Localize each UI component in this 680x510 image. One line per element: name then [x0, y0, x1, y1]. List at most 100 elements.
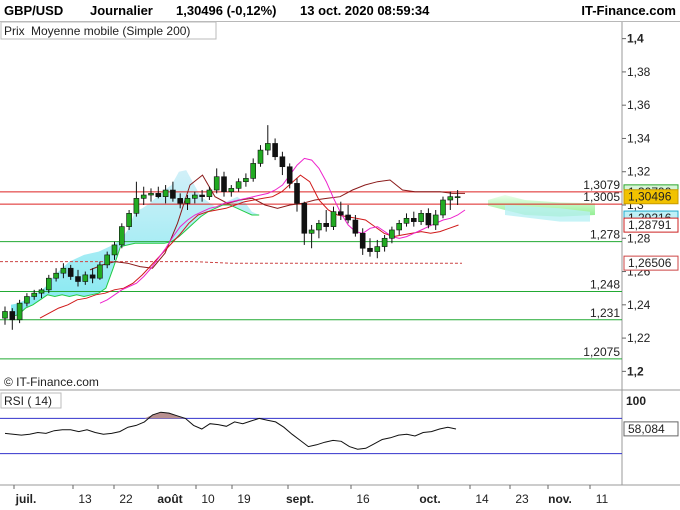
- level-label: 1,231: [590, 306, 620, 320]
- time-tick-label: 10: [201, 492, 215, 506]
- time-tick-label: oct.: [419, 492, 440, 506]
- candle-up: [38, 289, 45, 294]
- candle-up: [316, 223, 322, 231]
- candle-down: [359, 232, 366, 249]
- candle-up: [213, 176, 220, 191]
- candle-up: [257, 149, 264, 164]
- candle-up: [31, 292, 38, 297]
- time-tick-label: 14: [475, 492, 489, 506]
- candle-up: [82, 274, 89, 282]
- candle-up: [184, 198, 191, 204]
- candle-down: [367, 247, 373, 252]
- candle-up: [162, 189, 169, 197]
- price-tick-label: 1,38: [627, 65, 651, 79]
- price-tick-label: 1,28: [627, 231, 651, 245]
- candle-up: [148, 193, 154, 196]
- candle-up: [16, 302, 23, 321]
- candle-up: [126, 213, 132, 227]
- price-tick-label: 1,22: [627, 331, 651, 345]
- candle-down: [425, 213, 432, 226]
- price-tick-label: 1,4: [627, 32, 644, 46]
- candle-down: [89, 274, 96, 279]
- candle-up: [24, 296, 30, 304]
- legend-ma: Moyenne mobile (Simple 200): [31, 24, 190, 38]
- price-tick-label: 1,34: [627, 131, 651, 145]
- price-tick-label: 1,24: [627, 298, 651, 312]
- candle-down: [272, 143, 278, 158]
- candle-down: [323, 223, 330, 227]
- candle-down: [286, 166, 293, 184]
- candle-up: [192, 194, 198, 199]
- candle-up: [418, 213, 424, 222]
- candle-up: [440, 199, 446, 216]
- candle-up: [228, 188, 235, 192]
- time-tick-label: 11: [596, 492, 609, 506]
- time-tick-label: 19: [237, 492, 251, 506]
- candle-down: [279, 156, 286, 168]
- candle-down: [170, 189, 176, 199]
- level-label: 1,248: [590, 278, 620, 292]
- rsi-scale-top: 100: [626, 394, 646, 408]
- time-tick-label: nov.: [548, 492, 572, 506]
- candle-up: [53, 272, 59, 279]
- candle-up: [60, 267, 67, 274]
- level-label: 1,2075: [583, 345, 620, 359]
- candle-down: [345, 214, 351, 221]
- rsi-label: RSI ( 14): [4, 394, 52, 408]
- candle-up: [104, 254, 110, 266]
- price-tick-label: 1,2: [627, 364, 644, 378]
- time-tick-label: juil.: [15, 492, 37, 506]
- rsi-line: [4, 411, 457, 450]
- rsi-value-label: 58,084: [628, 422, 665, 436]
- rsi-overbought-area: [136, 412, 186, 419]
- candle-down: [67, 267, 74, 277]
- time-tick-label: sept.: [286, 492, 314, 506]
- candle-up: [308, 229, 315, 234]
- candle-up: [97, 264, 103, 279]
- candle-up: [2, 311, 8, 319]
- candle-up: [389, 229, 395, 239]
- candle-down: [155, 193, 162, 197]
- value-box-label: 1,26506: [628, 256, 672, 270]
- candle-up: [140, 194, 147, 199]
- candle-down: [9, 311, 16, 321]
- candle-up: [432, 214, 439, 226]
- candle-up: [206, 189, 213, 197]
- candle-down: [410, 218, 417, 222]
- candle-down: [352, 219, 359, 234]
- legend-price: Prix: [4, 24, 25, 38]
- candle-down: [294, 183, 300, 204]
- candle-up: [133, 198, 140, 214]
- candle-down: [301, 203, 308, 234]
- candle-up: [381, 237, 388, 247]
- candle-up: [447, 196, 454, 201]
- price-tick-label: 1,32: [627, 165, 651, 179]
- candle-down: [221, 176, 227, 192]
- time-tick-label: 23: [515, 492, 529, 506]
- candle-down: [337, 211, 344, 216]
- candle-down: [199, 194, 205, 197]
- level-label: 1,278: [590, 228, 620, 242]
- time-tick-label: 16: [356, 492, 370, 506]
- candle-up: [396, 223, 403, 231]
- candle-up: [111, 244, 118, 256]
- candle-up: [235, 181, 242, 189]
- time-tick-label: 22: [119, 492, 133, 506]
- candle-up: [119, 226, 125, 246]
- candle-up: [454, 196, 461, 198]
- value-box-label: 1,28791: [628, 218, 672, 232]
- watermark: © IT-Finance.com: [4, 375, 99, 389]
- candle-up: [374, 246, 381, 252]
- value-box-label: 1,30496: [628, 190, 672, 204]
- price-chart[interactable]: RSI ( 14) 100 58,084 1,4 1,38 1,36 1,34 1,32 1,…: [0, 0, 680, 510]
- price-tick-label: 1,36: [627, 98, 651, 112]
- candle-up: [250, 163, 256, 179]
- ma-mid-line: [39, 174, 459, 319]
- candle-up: [243, 178, 249, 183]
- candle-up: [264, 143, 271, 151]
- time-tick-label: août: [157, 492, 182, 506]
- candle-down: [177, 198, 183, 204]
- candle-down: [75, 276, 81, 282]
- candle-up: [330, 211, 337, 227]
- candle-up: [45, 277, 52, 291]
